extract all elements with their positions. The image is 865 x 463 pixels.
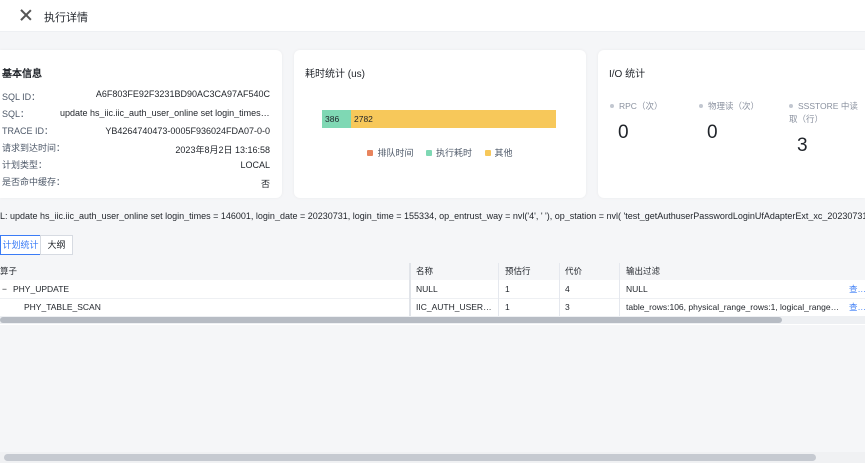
legend-swatch bbox=[425, 150, 432, 156]
close-icon[interactable] bbox=[20, 9, 32, 21]
legend-item-queue[interactable]: 排队时间 bbox=[367, 146, 413, 159]
info-value: 2023年8月2日 13:16:58 bbox=[175, 145, 270, 155]
bar-label-other: 2782 bbox=[354, 114, 373, 124]
sql-full-text: L: update hs_iic.iic_auth_user_online se… bbox=[0, 211, 865, 221]
info-row-request-time: 请求到达时间： 2023年8月2日 13:16:58 bbox=[2, 141, 270, 155]
info-value: 否 bbox=[260, 179, 270, 189]
info-label: 计划类型： bbox=[2, 160, 48, 170]
filter-cell: NULL bbox=[626, 284, 648, 294]
io-stat-value-ssstore: 3 bbox=[797, 135, 808, 156]
dot-icon bbox=[699, 104, 703, 108]
legend-label: 排队时间 bbox=[377, 148, 414, 158]
io-stats-card: I/O 统计 RPC（次） 0 物理读（次） 0 SSSTORE 中读取（行） … bbox=[598, 50, 865, 198]
basic-info-title: 基本信息 bbox=[2, 69, 42, 80]
bar-segment-execute[interactable]: 386 bbox=[322, 110, 351, 128]
table-header: 算子 名称 预估行 代价 输出过滤 bbox=[0, 263, 865, 280]
info-label: 请求到达时间： bbox=[2, 143, 66, 153]
info-row-cache-hit: 是否命中缓存： 否 bbox=[2, 175, 270, 189]
filter-cell: table_rows:106, physical_range_rows:1, l… bbox=[626, 302, 841, 312]
table-row: − PHY_UPDATE NULL 1 4 NULL 查看 bbox=[0, 281, 865, 299]
legend-item-other[interactable]: 其他 bbox=[484, 146, 513, 159]
legend-label: 执行耗时 bbox=[435, 148, 472, 158]
est-rows-cell: 1 bbox=[505, 284, 510, 294]
info-value: A6F803FE92F3231BD90AC3CA97AF540C bbox=[95, 89, 270, 99]
drawer-header: 执行详情 bbox=[0, 0, 865, 32]
time-legend: 排队时间 执行耗时 其他 bbox=[294, 146, 586, 159]
info-value: LOCAL bbox=[240, 160, 270, 170]
info-label: SQL ID： bbox=[2, 92, 41, 102]
tab-outline[interactable]: 大纲 bbox=[40, 235, 73, 255]
cost-cell: 4 bbox=[565, 284, 570, 294]
info-label: 是否命中缓存： bbox=[2, 177, 66, 187]
table-horizontal-scrollbar[interactable] bbox=[0, 316, 865, 324]
time-stats-card: 耗时统计 (us) 386 2782 排队时间 执行耗时 其他 bbox=[294, 50, 586, 198]
legend-swatch bbox=[484, 150, 491, 156]
table-scrollbar-thumb[interactable] bbox=[0, 317, 782, 323]
column-header-filter: 输出过滤 bbox=[626, 266, 661, 276]
legend-label: 其他 bbox=[494, 148, 513, 158]
est-rows-cell: 1 bbox=[505, 302, 510, 312]
info-row-sql: SQL： update hs_iic.iic_auth_user_online … bbox=[2, 107, 270, 121]
io-stat-label: 物理读（次） bbox=[708, 101, 760, 111]
bar-label-execute: 386 bbox=[325, 114, 340, 124]
view-link[interactable]: 查看 bbox=[849, 281, 865, 298]
column-header-operator: 算子 bbox=[0, 266, 18, 276]
legend-item-execute[interactable]: 执行耗时 bbox=[425, 146, 472, 159]
plan-table: 算子 名称 预估行 代价 输出过滤 − PHY_UPDATE NULL 1 4 … bbox=[0, 263, 865, 325]
info-value[interactable]: update hs_iic.iic_auth_user_online set l… bbox=[60, 108, 270, 118]
info-label: TRACE ID： bbox=[2, 126, 54, 136]
bar-segment-other[interactable]: 2782 bbox=[351, 110, 556, 128]
page-scrollbar-thumb[interactable] bbox=[4, 454, 816, 461]
info-row-sql-id: SQL ID： A6F803FE92F3231BD90AC3CA97AF540C bbox=[2, 89, 270, 104]
column-divider bbox=[559, 263, 560, 316]
basic-info-card: 基本信息 SQL ID： A6F803FE92F3231BD90AC3CA97A… bbox=[0, 50, 282, 198]
operator-cell: PHY_UPDATE bbox=[13, 284, 70, 294]
column-header-est-rows: 预估行 bbox=[505, 266, 531, 276]
time-stats-title: 耗时统计 (us) bbox=[305, 69, 365, 80]
column-divider bbox=[619, 263, 620, 316]
collapse-icon[interactable]: − bbox=[2, 281, 12, 298]
column-divider bbox=[409, 263, 411, 316]
info-label: SQL： bbox=[2, 109, 30, 119]
drawer-title: 执行详情 bbox=[44, 12, 88, 24]
column-header-cost: 代价 bbox=[565, 266, 583, 276]
io-stat-label: RPC（次） bbox=[619, 101, 663, 111]
dot-icon bbox=[610, 104, 614, 108]
name-cell: IIC_AUTH_USER_ONLINE bbox=[416, 302, 494, 312]
io-stat-rpc: RPC（次） bbox=[610, 100, 690, 113]
dot-icon bbox=[789, 104, 793, 108]
io-stat-label: SSSTORE 中读取（行） bbox=[789, 101, 858, 124]
column-divider bbox=[498, 263, 499, 316]
page-horizontal-scrollbar[interactable] bbox=[0, 452, 865, 463]
info-row-plan-type: 计划类型： LOCAL bbox=[2, 158, 270, 172]
info-row-trace-id: TRACE ID： YB4264740473-0005F936024FDA07-… bbox=[2, 124, 270, 138]
legend-swatch bbox=[367, 150, 374, 156]
time-stacked-bar: 386 2782 bbox=[322, 110, 556, 128]
info-value: YB4264740473-0005F936024FDA07-0-0 bbox=[105, 126, 270, 136]
io-stat-physical-read: 物理读（次） bbox=[699, 100, 779, 113]
table-row: PHY_TABLE_SCAN IIC_AUTH_USER_ONLINE 1 3 … bbox=[0, 299, 865, 317]
column-header-name: 名称 bbox=[416, 266, 434, 276]
cost-cell: 3 bbox=[565, 302, 570, 312]
name-cell: NULL bbox=[416, 284, 438, 294]
io-stat-ssstore: SSSTORE 中读取（行） bbox=[789, 100, 861, 126]
io-stat-value-physical-read: 0 bbox=[707, 122, 718, 143]
view-link[interactable]: 查看 bbox=[849, 299, 865, 316]
io-stat-value-rpc: 0 bbox=[618, 122, 629, 143]
tab-plan-stats[interactable]: 计划统计 bbox=[0, 235, 41, 255]
operator-cell: PHY_TABLE_SCAN bbox=[24, 302, 101, 312]
io-stats-title: I/O 统计 bbox=[609, 69, 646, 80]
